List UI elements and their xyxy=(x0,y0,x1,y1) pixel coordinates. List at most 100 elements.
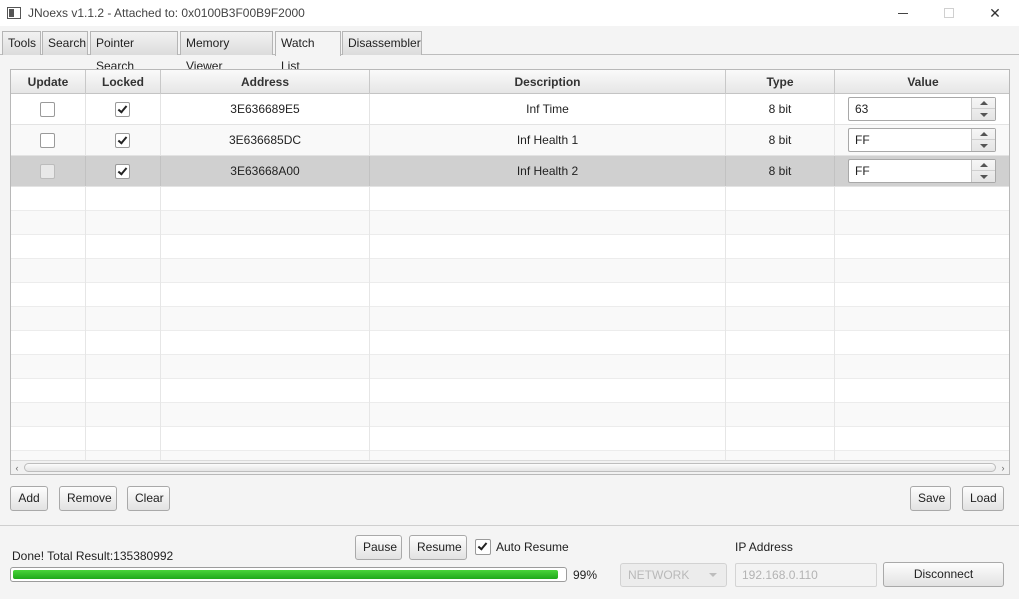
ip-address-label: IP Address xyxy=(735,540,793,554)
spinner-buttons xyxy=(971,160,995,182)
column-description[interactable]: Description xyxy=(370,70,726,94)
clear-button[interactable]: Clear xyxy=(127,486,170,511)
tab-memory-viewer[interactable]: Memory Viewer xyxy=(180,31,273,73)
window-title: JNoexs v1.1.2 - Attached to: 0x0100B3F00… xyxy=(28,6,305,20)
ip-address-input[interactable]: 192.168.0.110 xyxy=(735,563,877,587)
scroll-left-icon[interactable]: ‹ xyxy=(12,463,22,473)
tab-pointer-search[interactable]: Pointer Search xyxy=(90,31,178,73)
save-button[interactable]: Save xyxy=(910,486,951,511)
horizontal-scrollbar[interactable]: ‹ › xyxy=(11,460,1009,474)
tab-tools[interactable]: Tools xyxy=(2,31,41,55)
column-divider xyxy=(85,187,86,460)
add-button[interactable]: Add xyxy=(10,486,48,511)
auto-resume-label[interactable]: Auto Resume xyxy=(496,540,569,554)
tab-watch-list[interactable]: Watch List xyxy=(275,31,341,73)
locked-cell xyxy=(86,156,161,186)
spinner-up-button[interactable] xyxy=(972,98,995,109)
value-spinner-text[interactable]: FF xyxy=(855,129,870,151)
update-cell xyxy=(11,125,86,155)
type-cell: 8 bit xyxy=(726,125,835,155)
arrow-down-icon xyxy=(979,112,988,117)
description-cell: Inf Health 2 xyxy=(370,156,726,186)
column-divider xyxy=(160,187,161,460)
value-spinner[interactable]: 63 xyxy=(848,97,996,121)
column-update[interactable]: Update xyxy=(11,70,86,94)
spinner-down-button[interactable] xyxy=(972,140,995,151)
value-cell: 63 xyxy=(835,94,1009,124)
description-cell: Inf Health 1 xyxy=(370,125,726,155)
spinner-down-button[interactable] xyxy=(972,109,995,120)
chevron-down-icon xyxy=(709,573,717,577)
load-button[interactable]: Load xyxy=(962,486,1004,511)
arrow-up-icon xyxy=(979,101,988,105)
app-icon xyxy=(7,7,21,19)
arrow-down-icon xyxy=(979,174,988,179)
title-bar: JNoexs v1.1.2 - Attached to: 0x0100B3F00… xyxy=(0,0,1019,26)
value-cell: FF xyxy=(835,125,1009,155)
column-value[interactable]: Value xyxy=(835,70,1009,94)
tab-bar: Tools Search Pointer Search Memory Viewe… xyxy=(0,28,1019,73)
tab-search[interactable]: Search xyxy=(42,31,88,55)
close-button[interactable]: ✕ xyxy=(972,0,1018,26)
column-address[interactable]: Address xyxy=(161,70,370,94)
locked-checkbox[interactable] xyxy=(115,133,130,148)
remove-button[interactable]: Remove xyxy=(59,486,117,511)
checkmark-icon xyxy=(117,134,128,145)
locked-checkbox[interactable] xyxy=(115,102,130,117)
value-spinner-text[interactable]: FF xyxy=(855,160,870,182)
disconnect-button[interactable]: Disconnect xyxy=(883,562,1004,587)
column-locked[interactable]: Locked xyxy=(86,70,161,94)
resume-button[interactable]: Resume xyxy=(409,535,467,560)
update-checkbox[interactable] xyxy=(40,164,55,179)
spinner-buttons xyxy=(971,129,995,151)
column-type[interactable]: Type xyxy=(726,70,835,94)
maximize-button[interactable] xyxy=(926,0,972,26)
minimize-icon xyxy=(898,12,908,14)
locked-cell xyxy=(86,94,161,124)
pause-button[interactable]: Pause xyxy=(355,535,402,560)
locked-checkbox[interactable] xyxy=(115,164,130,179)
address-cell: 3E636689E5 xyxy=(161,94,370,124)
footer-separator xyxy=(0,525,1019,526)
table-header: Update Locked Address Description Type V… xyxy=(11,70,1009,94)
table-row[interactable]: 3E636685DC Inf Health 1 8 bit FF xyxy=(11,125,1009,156)
update-checkbox[interactable] xyxy=(40,133,55,148)
spinner-up-button[interactable] xyxy=(972,129,995,140)
spinner-buttons xyxy=(971,98,995,120)
value-spinner[interactable]: FF xyxy=(848,128,996,152)
spinner-up-button[interactable] xyxy=(972,160,995,171)
table-row[interactable]: 3E63668A00 Inf Health 2 8 bit FF xyxy=(11,156,1009,187)
watch-list-table: Update Locked Address Description Type V… xyxy=(10,69,1010,475)
arrow-up-icon xyxy=(979,132,988,136)
connection-type-select[interactable]: NETWORK xyxy=(620,563,727,587)
checkmark-icon xyxy=(117,103,128,114)
update-cell xyxy=(11,94,86,124)
address-cell: 3E63668A00 xyxy=(161,156,370,186)
status-text: Done! Total Result:135380992 xyxy=(12,549,174,563)
tab-disassembler[interactable]: Disassembler xyxy=(342,31,422,55)
close-icon: ✕ xyxy=(989,4,1001,21)
update-checkbox[interactable] xyxy=(40,102,55,117)
value-spinner[interactable]: FF xyxy=(848,159,996,183)
description-cell: Inf Time xyxy=(370,94,726,124)
scrollbar-thumb[interactable] xyxy=(24,463,996,472)
scroll-right-icon[interactable]: › xyxy=(998,463,1008,473)
progress-bar xyxy=(10,567,567,582)
address-cell: 3E636685DC xyxy=(161,125,370,155)
type-cell: 8 bit xyxy=(726,94,835,124)
update-cell xyxy=(11,156,86,186)
checkmark-icon xyxy=(117,165,128,176)
spinner-down-button[interactable] xyxy=(972,171,995,182)
progress-fill xyxy=(13,570,559,579)
column-divider xyxy=(369,187,370,460)
connection-type-value: NETWORK xyxy=(628,568,690,582)
arrow-up-icon xyxy=(979,163,988,167)
table-row[interactable]: 3E636689E5 Inf Time 8 bit 63 xyxy=(11,94,1009,125)
auto-resume-checkbox[interactable] xyxy=(475,539,491,555)
column-divider xyxy=(834,187,835,460)
value-spinner-text[interactable]: 63 xyxy=(855,98,868,120)
type-cell: 8 bit xyxy=(726,156,835,186)
locked-cell xyxy=(86,125,161,155)
minimize-button[interactable] xyxy=(880,0,926,26)
progress-percent: 99% xyxy=(573,568,598,582)
